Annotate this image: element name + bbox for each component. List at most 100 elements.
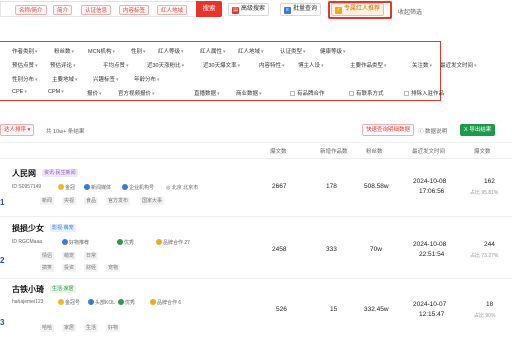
sort-dropdown[interactable]: 达人排序 ▾ bbox=[0, 124, 35, 136]
row-rank: 2 bbox=[0, 256, 5, 265]
badge: 优秀 bbox=[117, 239, 134, 246]
hits-ratio: 占比 73.27% bbox=[470, 253, 499, 259]
data-desc-link[interactable]: ⓘ 数据说明 bbox=[418, 127, 447, 135]
filter-chip[interactable]: 认证信息 bbox=[81, 5, 112, 15]
content-tag: 萌宠 bbox=[62, 252, 77, 260]
badge: 头部KOL bbox=[88, 299, 115, 306]
new-posts-value: 178 bbox=[326, 183, 337, 190]
filter-chip[interactable]: 红人地域 bbox=[157, 5, 188, 15]
kol-name[interactable]: 损损少女 bbox=[12, 223, 44, 234]
kol-name[interactable]: 人民网 bbox=[12, 168, 36, 179]
filter-dropdown[interactable]: 作者类别 bbox=[12, 47, 38, 55]
hits-ratio: 占比 95.81% bbox=[470, 190, 499, 196]
badge: 企业机构号 bbox=[122, 184, 154, 191]
content-tag: 日常 bbox=[84, 252, 99, 260]
filter-chip[interactable]: 内容标签 bbox=[119, 5, 150, 15]
checkbox-box bbox=[290, 90, 295, 96]
post-date: 2024-10-07 bbox=[413, 301, 447, 308]
col-header[interactable]: 粉丝数 bbox=[366, 147, 383, 155]
fans-value: 332.45w bbox=[364, 306, 389, 313]
content-tag: 哈哈 bbox=[40, 324, 55, 332]
search-button[interactable]: 搜索 bbox=[196, 1, 222, 17]
brand-coop-checkbox[interactable]: 有品牌合作 bbox=[290, 89, 325, 97]
batch-query-icon: ≡ bbox=[284, 7, 291, 14]
exclude-checkbox[interactable]: 排除入驻作品 bbox=[404, 89, 444, 97]
filter-dropdown[interactable]: 平均点赞 bbox=[103, 61, 129, 69]
filter-dropdown[interactable]: CPM bbox=[48, 89, 64, 95]
post-time: 17:06:56 bbox=[419, 188, 445, 195]
filter-dropdown[interactable]: 内容特性 bbox=[259, 61, 285, 69]
post-time: 12:15:47 bbox=[419, 311, 445, 318]
crown-icon bbox=[58, 184, 64, 190]
col-header[interactable]: 爆文数 bbox=[270, 147, 287, 155]
batch-query-button[interactable]: ≡ 批量查询 bbox=[280, 3, 322, 16]
filter-dropdown[interactable]: 红人地域 bbox=[238, 47, 264, 55]
filter-dropdown[interactable]: 性别分布 bbox=[12, 75, 38, 83]
contact-checkbox[interactable]: 有联系方式 bbox=[349, 89, 384, 97]
filter-dropdown[interactable]: 官方视频报价 bbox=[118, 89, 155, 97]
filter-dropdown[interactable]: 性别 bbox=[131, 47, 146, 55]
filter-dropdown[interactable]: 关注数 bbox=[412, 61, 432, 69]
result-count: 共 10w+ 条结果 bbox=[46, 129, 85, 135]
filter-dropdown[interactable]: 兴趣标签 bbox=[93, 75, 119, 83]
filter-dropdown[interactable]: CPE bbox=[12, 89, 27, 95]
filter-dropdown[interactable]: 博主人设 bbox=[298, 61, 324, 69]
kol-icon bbox=[88, 299, 94, 305]
shield-icon bbox=[117, 239, 123, 245]
filter-dropdown[interactable]: 粉丝数 bbox=[54, 47, 74, 55]
col-header[interactable]: 爆文数 bbox=[474, 147, 491, 155]
badge: 品牌合作 27 bbox=[156, 239, 190, 246]
filter-chip[interactable]: 名称/简介 bbox=[15, 5, 47, 15]
filter-dropdown[interactable]: 主要作品类型 bbox=[350, 61, 387, 69]
data-desc-label: 数据说明 bbox=[425, 129, 448, 135]
filter-dropdown[interactable]: 红人属性 bbox=[200, 47, 226, 55]
brand-icon bbox=[156, 239, 162, 245]
checkbox-label: 排除入驻作品 bbox=[411, 91, 445, 97]
filter-dropdown[interactable]: 预估点赞 bbox=[12, 61, 38, 69]
shield-icon bbox=[118, 299, 124, 305]
col-header[interactable]: 新增作品数 bbox=[320, 147, 348, 155]
sort-label: 达人排序 bbox=[4, 127, 27, 133]
views-value: 2667 bbox=[272, 183, 287, 190]
filter-dropdown[interactable]: MCN机构 bbox=[88, 47, 115, 55]
filter-dropdown[interactable]: 商业数据 bbox=[236, 89, 262, 97]
collapse-filter-link[interactable]: 收起筛选 bbox=[398, 7, 422, 16]
highlight-outline bbox=[328, 1, 392, 19]
checkbox-label: 有联系方式 bbox=[356, 91, 384, 97]
filter-dropdown[interactable]: 最近发文时间 bbox=[440, 61, 477, 69]
header-divider bbox=[0, 142, 512, 143]
col-header[interactable]: 最近发文时间 bbox=[412, 147, 445, 155]
filter-dropdown[interactable]: 预估评论 bbox=[50, 61, 76, 69]
filter-dropdown[interactable]: 近30天涨粉比 bbox=[147, 61, 184, 69]
filter-dropdown[interactable]: 年龄分布 bbox=[134, 75, 160, 83]
advanced-search-label: 高级搜索 bbox=[241, 6, 266, 12]
advanced-search-icon: ▤ bbox=[232, 7, 239, 14]
filter-dropdown[interactable]: 报价 bbox=[87, 89, 102, 97]
search-input[interactable]: 名称/简介 简介 认证信息 内容标签 红人地域 bbox=[0, 1, 196, 17]
new-posts-value: 15 bbox=[330, 306, 338, 313]
badge: 金冠号 bbox=[58, 299, 80, 306]
brand-icon bbox=[150, 299, 156, 305]
org-icon bbox=[122, 184, 128, 190]
export-button[interactable]: X 导出结果 bbox=[460, 124, 496, 136]
location: ◎ 北京 北京市 bbox=[166, 185, 199, 191]
badge: 金冠 bbox=[58, 184, 75, 191]
content-tag: 搞笑 bbox=[40, 264, 55, 272]
filter-dropdown[interactable]: 主要地域 bbox=[52, 75, 78, 83]
filter-dropdown[interactable]: 红人等级 bbox=[158, 47, 184, 55]
hits-ratio: 占比 90% bbox=[474, 313, 496, 319]
content-tag: 宠物 bbox=[106, 264, 121, 272]
filter-dropdown[interactable]: 认证类型 bbox=[280, 47, 306, 55]
quick-query-button[interactable]: 快速查询明细数据 bbox=[362, 124, 415, 136]
content-tag: 新闻 bbox=[40, 197, 55, 205]
filter-dropdown[interactable]: 健康等级 bbox=[320, 47, 346, 55]
filter-dropdown[interactable]: 近30天爆文率 bbox=[203, 61, 240, 69]
row-divider bbox=[0, 278, 512, 279]
filter-chip[interactable]: 简介 bbox=[53, 5, 73, 15]
kol-name[interactable]: 古铁小琦 bbox=[12, 284, 44, 295]
filter-dropdown[interactable]: 直播数据 bbox=[194, 89, 220, 97]
row-rank: 3 bbox=[0, 318, 5, 327]
badge: 新闻媒体 bbox=[84, 184, 111, 191]
content-tag: 家居 bbox=[62, 324, 77, 332]
advanced-search-button[interactable]: ▤ 高级搜索 bbox=[228, 3, 270, 16]
